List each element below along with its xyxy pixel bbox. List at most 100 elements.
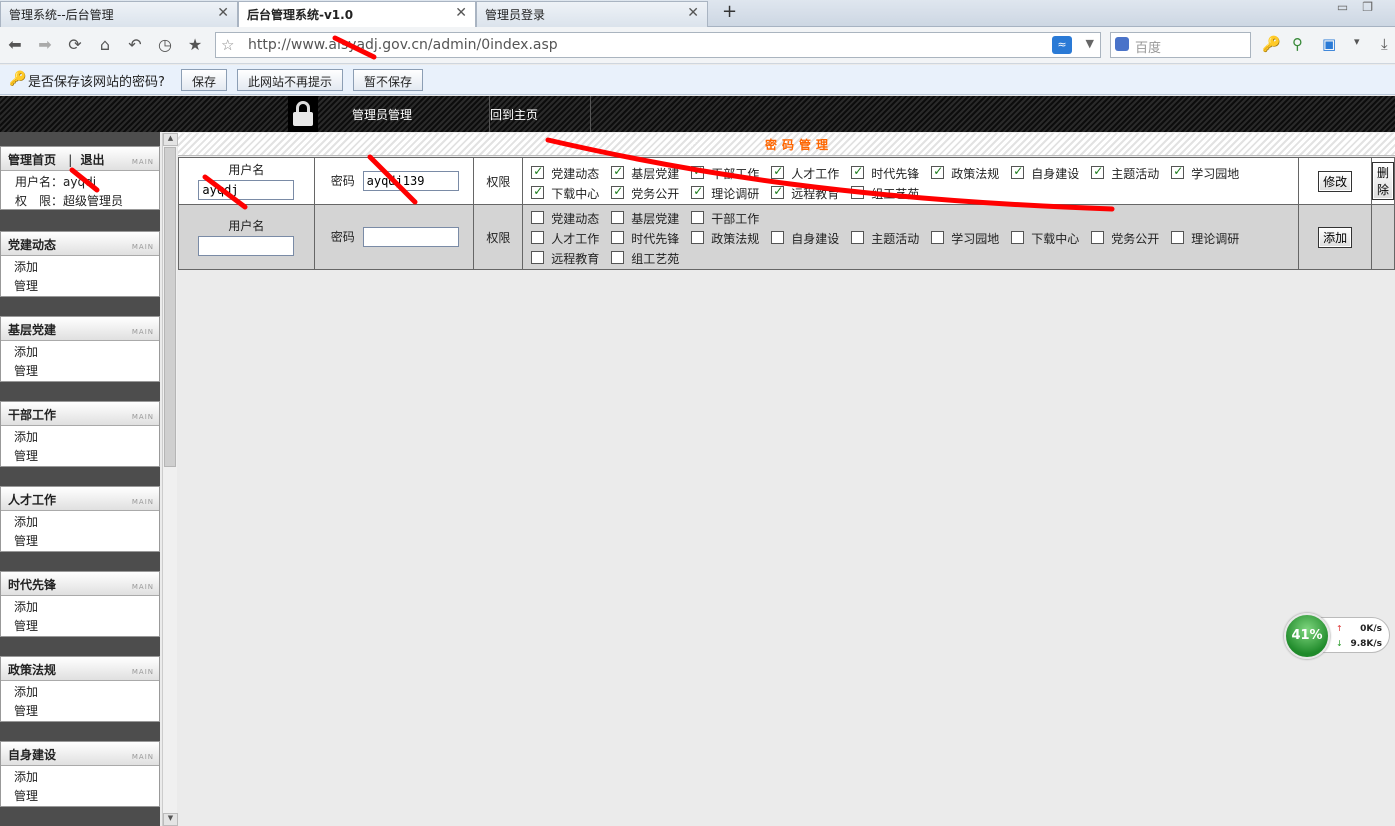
search-engine-icon[interactable] bbox=[1115, 37, 1129, 51]
search-box[interactable]: 百度 bbox=[1110, 32, 1251, 58]
sidebar-scrollbar[interactable]: ▲ ▼ bbox=[162, 133, 178, 826]
history-icon[interactable]: ◷ bbox=[156, 35, 174, 54]
permission-checkbox[interactable] bbox=[691, 164, 705, 179]
permission-checkbox[interactable] bbox=[1171, 231, 1185, 244]
permission-checkbox[interactable] bbox=[931, 231, 945, 244]
scroll-up-icon[interactable]: ▲ bbox=[163, 133, 178, 146]
permission-checkbox[interactable] bbox=[1171, 164, 1185, 179]
permission-checkbox[interactable] bbox=[1011, 164, 1025, 179]
permission-checkbox[interactable] bbox=[611, 251, 625, 264]
url-text[interactable]: http://www.alsyadj.gov.cn/admin/0index.a… bbox=[248, 37, 558, 53]
never-prompt-button[interactable]: 此网站不再提示 bbox=[237, 69, 344, 91]
reload-icon[interactable]: ⟳ bbox=[66, 35, 84, 54]
chevron-down-icon[interactable]: ▼ bbox=[1086, 37, 1094, 50]
home-icon[interactable]: ⌂ bbox=[96, 35, 114, 54]
divider bbox=[590, 96, 591, 132]
network-speed-widget[interactable]: 41% ↑ ↓ 0K/s 9.8K/s bbox=[1284, 613, 1390, 659]
info-value: 超级管理员 bbox=[63, 194, 124, 208]
admin-table: 用户名 密码 权限 党建动态基层党建干部工作人才工作时代先锋政策法规自身建设主题… bbox=[178, 157, 1395, 270]
favorites-icon[interactable]: ★ bbox=[186, 35, 204, 54]
sidebar-item-add[interactable]: 添加 bbox=[1, 511, 159, 530]
permission-checkbox[interactable] bbox=[531, 231, 545, 244]
password-prompt: 是否保存该网站的密码? bbox=[28, 75, 165, 90]
nav-back-home[interactable]: 回到主页 bbox=[490, 106, 538, 123]
add-button[interactable]: 添加 bbox=[1318, 226, 1353, 248]
page-speed-icon[interactable]: ≈ bbox=[1052, 36, 1072, 54]
sidebar-item-manage[interactable]: 管理 bbox=[1, 615, 159, 634]
permission-checkbox[interactable] bbox=[1091, 231, 1105, 244]
permission-checkbox[interactable] bbox=[531, 251, 545, 264]
edit-button[interactable]: 修改 bbox=[1318, 170, 1353, 192]
password-input[interactable] bbox=[362, 171, 459, 191]
permission-checkbox[interactable] bbox=[771, 184, 785, 199]
permission-checkbox[interactable] bbox=[531, 184, 545, 199]
permission-checkbox[interactable] bbox=[691, 184, 705, 199]
scroll-down-icon[interactable]: ▼ bbox=[163, 813, 178, 826]
sidebar-item-manage[interactable]: 管理 bbox=[1, 785, 159, 804]
password-save-bar: 🔑 是否保存该网站的密码? 保存 此网站不再提示 暂不保存 bbox=[0, 65, 1395, 95]
permission-checkbox[interactable] bbox=[851, 231, 865, 244]
bookmark-star-icon[interactable]: ☆ bbox=[221, 36, 234, 54]
logout-link[interactable]: 退出 bbox=[80, 153, 104, 167]
tab-backend-system[interactable]: 后台管理系统-v1.0 ✕ bbox=[238, 1, 476, 28]
permission-checkbox[interactable] bbox=[851, 164, 865, 179]
memory-percent[interactable]: 41% bbox=[1284, 613, 1330, 659]
nav-admin-management[interactable]: 管理员管理 bbox=[352, 106, 412, 123]
back-icon[interactable]: ⬅ bbox=[6, 35, 24, 54]
close-icon[interactable]: ✕ bbox=[455, 5, 467, 21]
sidebar-item-manage[interactable]: 管理 bbox=[1, 700, 159, 719]
tab-admin-login[interactable]: 管理员登录 ✕ bbox=[476, 1, 708, 27]
key-icon[interactable]: 🔑 bbox=[1262, 35, 1281, 53]
sidebar-item-manage[interactable]: 管理 bbox=[1, 275, 159, 294]
permission-checkbox[interactable] bbox=[611, 164, 625, 179]
username-input[interactable] bbox=[198, 235, 295, 256]
permission-checkbox[interactable] bbox=[771, 231, 785, 244]
sidebar-item-add[interactable]: 添加 bbox=[1, 681, 159, 700]
download-icon[interactable]: ⤓ bbox=[1381, 35, 1388, 53]
permission-checkbox[interactable] bbox=[851, 186, 865, 199]
sidebar-item-manage[interactable]: 管理 bbox=[1, 360, 159, 379]
sidebar-item-manage[interactable]: 管理 bbox=[1, 530, 159, 549]
permission-checkbox[interactable] bbox=[1091, 164, 1105, 179]
permission-checkbox[interactable] bbox=[531, 211, 545, 224]
permission-checkbox[interactable] bbox=[691, 211, 705, 224]
sidebar-item-add[interactable]: 添加 bbox=[1, 256, 159, 275]
undo-icon[interactable]: ↶ bbox=[126, 35, 144, 54]
forward-icon[interactable]: ➡ bbox=[36, 35, 54, 54]
permission-checkbox[interactable] bbox=[771, 164, 785, 179]
translate-icon[interactable]: ▣ bbox=[1322, 35, 1336, 53]
permission-checkbox[interactable] bbox=[611, 184, 625, 199]
permission-label-text: 理论调研 bbox=[1191, 232, 1240, 246]
permission-checkbox[interactable] bbox=[611, 231, 625, 244]
permission-checkbox[interactable] bbox=[691, 231, 705, 244]
permission-checkbox[interactable] bbox=[531, 164, 545, 179]
close-icon[interactable]: ✕ bbox=[217, 5, 229, 21]
permission-label: 权限 bbox=[486, 230, 511, 245]
sidebar-item-add[interactable]: 添加 bbox=[1, 426, 159, 445]
menu-chevron-icon[interactable]: ▾ bbox=[1354, 35, 1360, 48]
tab-admin-backend[interactable]: 管理系统--后台管理 ✕ bbox=[0, 1, 238, 27]
permission-checkbox[interactable] bbox=[1011, 231, 1025, 244]
scroll-thumb[interactable] bbox=[164, 147, 176, 467]
address-bar[interactable]: ☆ http://www.alsyadj.gov.cn/admin/0index… bbox=[215, 32, 1101, 58]
password-label: 密码 bbox=[330, 174, 355, 188]
window-controls[interactable]: ▭❐ bbox=[1337, 0, 1387, 14]
password-input[interactable] bbox=[362, 227, 459, 247]
username-cell: 用户名 bbox=[178, 204, 315, 270]
permission-checkbox[interactable] bbox=[611, 211, 625, 224]
delete-button[interactable]: 删除 bbox=[1371, 162, 1394, 200]
sidebar-item-add[interactable]: 添加 bbox=[1, 596, 159, 615]
section-tag: MAIN bbox=[131, 328, 154, 336]
permission-label-text: 干部工作 bbox=[711, 167, 760, 181]
new-tab-button[interactable]: + bbox=[722, 1, 737, 22]
admin-home-link[interactable]: 管理首页 bbox=[8, 153, 56, 167]
sidebar-item-add[interactable]: 添加 bbox=[1, 766, 159, 785]
close-icon[interactable]: ✕ bbox=[687, 5, 699, 21]
username-input[interactable] bbox=[198, 179, 295, 200]
sidebar-item-manage[interactable]: 管理 bbox=[1, 445, 159, 464]
save-password-button[interactable]: 保存 bbox=[181, 69, 228, 91]
permission-checkbox[interactable] bbox=[931, 164, 945, 179]
sidebar-item-add[interactable]: 添加 bbox=[1, 341, 159, 360]
not-now-button[interactable]: 暂不保存 bbox=[353, 69, 424, 91]
zoom-icon[interactable]: ⚲ bbox=[1292, 35, 1303, 53]
